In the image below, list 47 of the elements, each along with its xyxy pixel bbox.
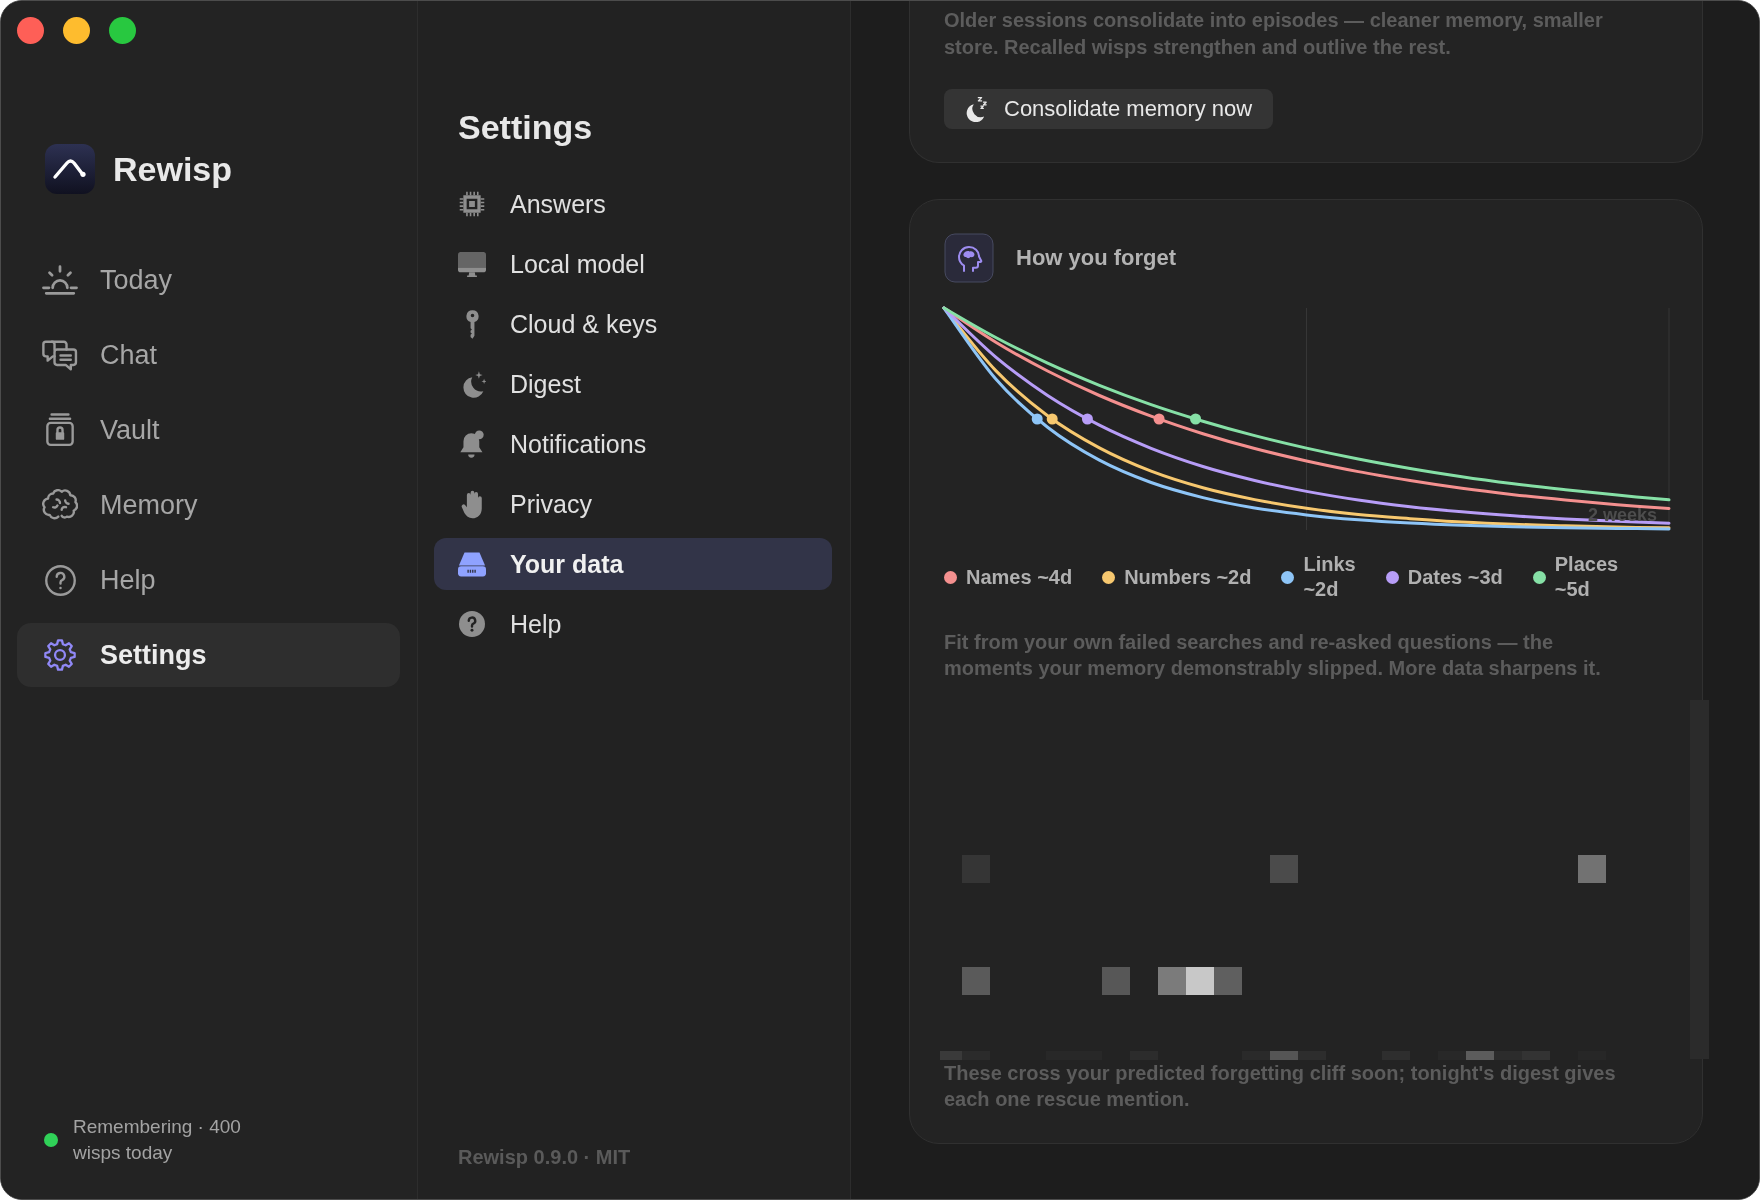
version-text: Rewisp 0.9.0 · MIT bbox=[457, 1145, 632, 1170]
sidebar-item[interactable]: Chat bbox=[17, 323, 400, 387]
sidebar-item[interactable]: Settings bbox=[17, 623, 400, 687]
sidebar-item[interactable]: Today bbox=[17, 248, 400, 312]
card-description: Older sessions consolidate into episodes — cleaner memory, smaller store. Recalled wisps strengthen and outlive the rest. bbox=[944, 8, 1604, 60]
wave-logo-icon bbox=[45, 144, 95, 194]
sidebar-item[interactable]: Help bbox=[17, 548, 400, 612]
card-title: How you forget bbox=[1016, 245, 1177, 271]
settings-nav-item[interactable]: Your data bbox=[434, 538, 832, 590]
legend-label: Numbers ~2d bbox=[1124, 564, 1252, 590]
help-icon bbox=[44, 564, 76, 596]
status-text: Remembering · 400 wisps today bbox=[73, 1115, 242, 1165]
hand-icon bbox=[461, 489, 483, 519]
settings-nav-item[interactable]: Answers bbox=[434, 178, 832, 230]
settings-title: Settings bbox=[457, 107, 594, 147]
monitor-icon bbox=[458, 250, 486, 278]
sidebar-item[interactable]: Memory bbox=[17, 473, 400, 537]
help-icon bbox=[459, 611, 485, 637]
settings-nav-item[interactable]: Digest bbox=[434, 358, 832, 410]
settings-icon bbox=[44, 639, 76, 671]
app-name: Rewisp bbox=[113, 149, 233, 189]
chip-icon bbox=[459, 191, 485, 217]
moon-zzz-icon bbox=[965, 96, 987, 122]
legend-label: Places ~5d bbox=[1554, 552, 1619, 602]
close-button[interactable] bbox=[17, 17, 44, 44]
legend-label: Names ~4d bbox=[966, 564, 1073, 590]
settings-nav-item[interactable]: Local model bbox=[434, 238, 832, 290]
sunrise-icon bbox=[42, 265, 78, 295]
settings-nav-item[interactable]: Privacy bbox=[434, 478, 832, 530]
drive-icon bbox=[458, 551, 486, 577]
settings-nav-item[interactable]: Help bbox=[434, 598, 832, 650]
settings-nav-item[interactable]: Cloud & keys bbox=[434, 298, 832, 350]
key-icon bbox=[465, 309, 479, 339]
legend-label: Dates ~3d bbox=[1407, 564, 1503, 590]
bell-icon bbox=[460, 430, 484, 458]
legend-label: Links ~2d bbox=[1303, 552, 1356, 602]
minimize-button[interactable] bbox=[63, 17, 90, 44]
zoom-button[interactable] bbox=[109, 17, 136, 44]
brain-icon bbox=[42, 488, 78, 522]
head-brain-icon bbox=[944, 233, 994, 283]
consolidate-button[interactable]: Consolidate memory now bbox=[944, 89, 1274, 129]
settings-nav-item[interactable]: Notifications bbox=[434, 418, 832, 470]
footnote-text: These cross your predicted forgetting cliff soon; tonight's digest gives each one rescue mention. bbox=[944, 1061, 1617, 1112]
chart-description: Fit from your own failed searches and re-asked questions — the moments your memory demonstrably slipped. More data sharpens it. bbox=[944, 630, 1602, 681]
lock-box-icon bbox=[46, 413, 74, 447]
chat-bubbles-icon bbox=[42, 339, 78, 371]
sidebar-item[interactable]: Vault bbox=[17, 398, 400, 462]
